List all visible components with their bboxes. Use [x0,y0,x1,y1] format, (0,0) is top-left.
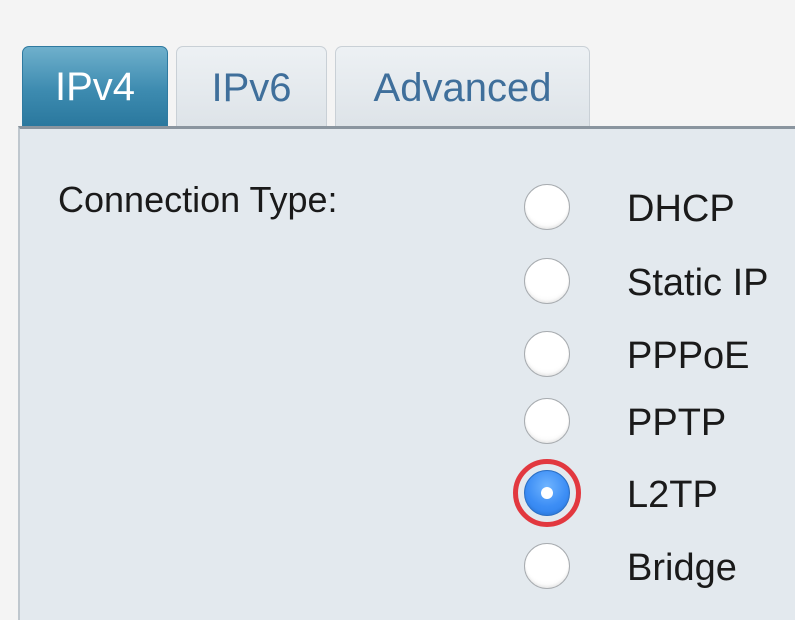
screenshot-bottom-margin [0,620,795,635]
tab-strip: IPv4 IPv6 Advanced [0,0,795,128]
radio-option-bridge[interactable]: Bridge [520,538,795,598]
highlight-ring [513,459,581,527]
radio-label-dhcp: DHCP [627,188,735,230]
tab-advanced[interactable]: Advanced [335,46,590,128]
radio-button-static-ip[interactable] [524,258,570,304]
radio-label-pptp: PPTP [627,402,727,444]
radio-option-l2tp[interactable]: L2TP [513,459,795,527]
radio-label-l2tp: L2TP [627,474,718,516]
radio-button-bridge[interactable] [524,543,570,589]
connection-type-label: Connection Type: [58,179,338,220]
radio-button-pptp[interactable] [524,398,570,444]
ipv4-settings-panel: Connection Type: DHCP Static IP PPPoE PP… [18,126,795,620]
tab-ipv6[interactable]: IPv6 [176,46,327,128]
radio-button-pppoe[interactable] [524,331,570,377]
radio-option-dhcp[interactable]: DHCP [520,179,795,239]
tab-ipv4[interactable]: IPv4 [22,46,168,126]
settings-screen: IPv4 IPv6 Advanced Connection Type: DHCP… [0,0,795,635]
radio-option-static-ip[interactable]: Static IP [520,253,795,313]
radio-button-dhcp[interactable] [524,184,570,230]
radio-label-static-ip: Static IP [627,262,769,304]
radio-option-pptp[interactable]: PPTP [520,393,795,453]
radio-label-pppoe: PPPoE [627,335,750,377]
radio-label-bridge: Bridge [627,547,737,589]
radio-option-pppoe[interactable]: PPPoE [520,326,795,386]
